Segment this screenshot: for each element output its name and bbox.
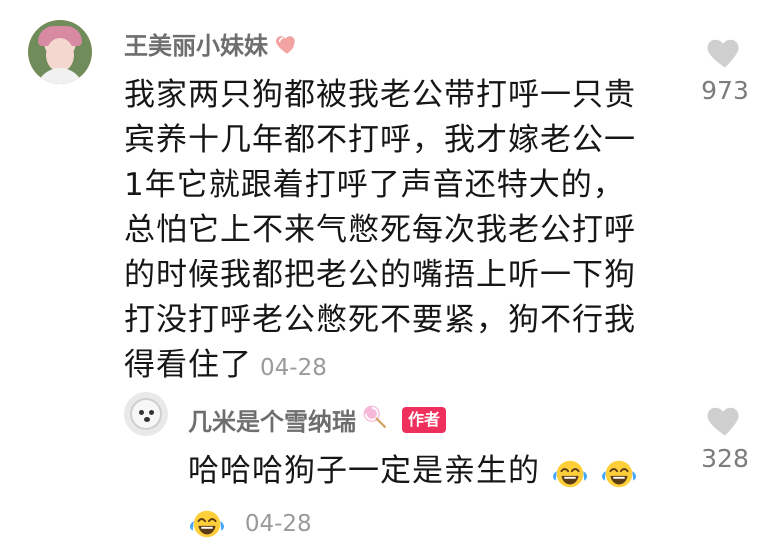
reply-date: 04-28: [244, 511, 312, 537]
dog-eye-left: [139, 410, 144, 415]
reply-like-count: 328: [701, 444, 749, 473]
dog-face: [130, 398, 162, 430]
lollipop-emoji-icon: [362, 404, 388, 436]
reply-author[interactable]: 几米是个雪纳瑞 作者: [188, 402, 447, 437]
comment-date: 04-28: [260, 355, 327, 381]
reply-author-name[interactable]: 几米是个雪纳瑞: [188, 402, 356, 437]
reply-avatar[interactable]: [124, 392, 168, 436]
heart-outline-icon[interactable]: [705, 407, 745, 442]
heart-outline-icon[interactable]: [705, 39, 745, 74]
heart-emoji-icon: [274, 31, 300, 57]
tears-of-joy-icon: [188, 506, 226, 540]
reply-text: 哈哈哈狗子一定是亲生的 04-28: [188, 446, 688, 549]
author-badge: 作者: [402, 406, 447, 433]
comment-text: 我家两只狗都被我老公带打呼一只贵宾养十几年都不打呼，我才嫁老公一1年它就跟着打呼…: [124, 73, 654, 391]
dog-eye-right: [149, 410, 154, 415]
author-name[interactable]: 王美丽小妹妹: [124, 26, 268, 61]
comment-thread: 王美丽小妹妹 我家两只狗都被我老公带打呼一只贵宾养十几年都不打呼，我才嫁老公一1…: [0, 0, 759, 554]
tears-of-joy-icon: [551, 456, 589, 490]
dog-nose: [144, 417, 150, 422]
reply-like-button[interactable]: 328: [700, 402, 750, 473]
avatar[interactable]: [28, 20, 92, 84]
reply-body: 哈哈哈狗子一定是亲生的: [188, 453, 540, 489]
like-count: 973: [701, 76, 749, 105]
comment-author[interactable]: 王美丽小妹妹: [124, 26, 300, 61]
like-button[interactable]: 973: [700, 34, 750, 105]
avatar-face: [46, 38, 74, 72]
comment-body: 我家两只狗都被我老公带打呼一只贵宾养十几年都不打呼，我才嫁老公一1年它就跟着打呼…: [124, 77, 636, 383]
avatar-body: [36, 68, 84, 84]
tears-of-joy-icon: [600, 456, 638, 490]
